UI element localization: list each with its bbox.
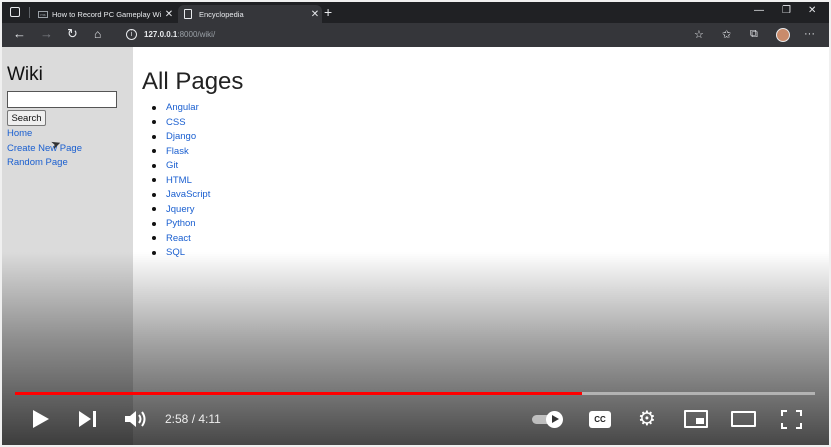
back-arrow-icon[interactable]: ← xyxy=(13,27,26,41)
avatar[interactable] xyxy=(776,28,790,42)
page-link-django[interactable]: Django xyxy=(152,130,210,145)
page-title: All Pages xyxy=(142,68,244,95)
document-icon xyxy=(184,9,192,19)
tab-title: How to Record PC Gameplay Wi xyxy=(52,9,162,19)
time-display: 2:58 / 4:11 xyxy=(165,412,221,426)
sidebar-link-home[interactable]: Home xyxy=(7,128,32,139)
autoplay-knob-icon xyxy=(546,411,563,428)
close-icon[interactable]: ✕ xyxy=(162,9,176,20)
page-link-python[interactable]: Python xyxy=(152,217,210,232)
page-link-css[interactable]: CSS xyxy=(152,116,210,131)
browser-tab-strip: ms How to Record PC Gameplay Wi ✕ Encycl… xyxy=(2,2,829,23)
address-bar: ← → ↻ ⌂ i 127.0.0.1:8000/wiki/ ☆ ✩ ⧉ ··· xyxy=(2,23,829,47)
tab-gameplay[interactable]: ms How to Record PC Gameplay Wi ✕ xyxy=(34,5,176,23)
gear-icon[interactable]: ⚙ xyxy=(638,408,656,430)
ms-favicon-icon: ms xyxy=(38,10,48,18)
close-icon[interactable]: ✕ xyxy=(308,9,322,20)
pages-list: Angular CSS Django Flask Git HTML JavaSc… xyxy=(152,101,210,261)
add-favorite-icon[interactable]: ☆ xyxy=(694,28,704,41)
autoplay-toggle[interactable] xyxy=(532,411,564,428)
home-icon[interactable]: ⌂ xyxy=(94,27,101,41)
sidebar-link-random-page[interactable]: Random Page xyxy=(7,157,68,168)
tab-actions-icon[interactable] xyxy=(10,7,20,17)
maximize-icon[interactable]: ❐ xyxy=(782,5,791,16)
close-window-icon[interactable]: ✕ xyxy=(808,5,816,16)
url-path: :8000/wiki/ xyxy=(177,30,216,39)
duration: 4:11 xyxy=(198,412,221,426)
volume-icon[interactable] xyxy=(124,409,148,429)
more-icon[interactable]: ··· xyxy=(804,28,815,40)
tab-separator xyxy=(29,7,30,18)
fullscreen-icon[interactable] xyxy=(781,410,802,429)
search-input[interactable] xyxy=(7,91,117,108)
page-link-react[interactable]: React xyxy=(152,232,210,247)
tab-title: Encyclopedia xyxy=(199,9,244,19)
current-time: 2:58 xyxy=(165,412,189,426)
theater-mode-icon[interactable] xyxy=(731,411,756,427)
collections-icon[interactable]: ⧉ xyxy=(750,28,758,41)
page-link-html[interactable]: HTML xyxy=(152,174,210,189)
favorites-icon[interactable]: ✩ xyxy=(722,28,731,41)
forward-arrow-icon[interactable]: → xyxy=(40,27,53,41)
new-tab-button[interactable]: + xyxy=(324,4,332,20)
site-info-icon[interactable]: i xyxy=(126,29,137,40)
search-button[interactable]: Search xyxy=(7,110,46,126)
page-link-flask[interactable]: Flask xyxy=(152,145,210,160)
page-link-javascript[interactable]: JavaScript xyxy=(152,188,210,203)
captions-button[interactable]: CC xyxy=(589,411,611,428)
miniplayer-icon[interactable] xyxy=(684,410,708,428)
next-icon[interactable] xyxy=(78,410,98,428)
page-link-angular[interactable]: Angular xyxy=(152,101,210,116)
progress-played xyxy=(15,392,583,395)
reload-icon[interactable]: ↻ xyxy=(67,27,78,41)
progress-bar[interactable] xyxy=(15,392,815,395)
sidebar-link-create-new-page[interactable]: Create New Page xyxy=(7,143,82,154)
video-frame: ms How to Record PC Gameplay Wi ✕ Encycl… xyxy=(2,2,829,445)
site-title: Wiki xyxy=(7,64,43,85)
page-link-jquery[interactable]: Jquery xyxy=(152,203,210,218)
minimize-icon[interactable]: — xyxy=(754,5,764,16)
url-host: 127.0.0.1 xyxy=(144,30,178,39)
tab-encyclopedia[interactable]: Encyclopedia ✕ xyxy=(178,5,322,23)
play-icon[interactable] xyxy=(32,409,50,429)
url-field[interactable]: 127.0.0.1:8000/wiki/ xyxy=(144,30,215,39)
page-link-git[interactable]: Git xyxy=(152,159,210,174)
